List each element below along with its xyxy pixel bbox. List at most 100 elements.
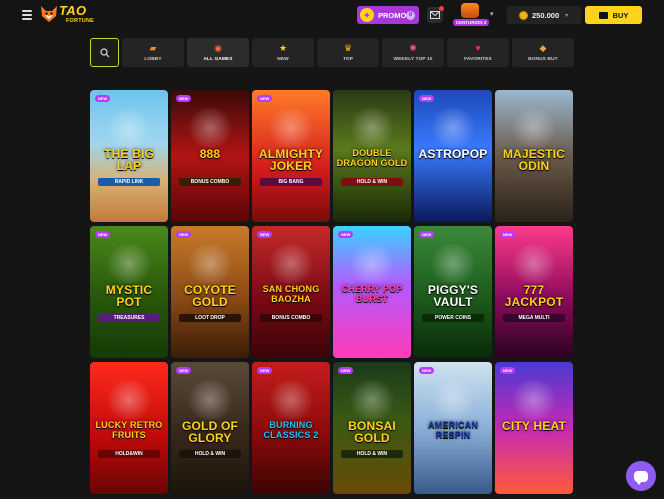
game-subtitle: TREASURES [98, 314, 160, 322]
game-subtitle: HOLD & WIN [179, 450, 241, 458]
fox-logo-icon [41, 6, 57, 22]
game-artwork [509, 380, 559, 420]
game-tile-888[interactable]: NEW 888 BONUS COMBO [171, 90, 249, 222]
game-tile-the-big-lap[interactable]: NEW THE BIG LAP RAPID LINK [90, 90, 168, 222]
game-tile-coyote-gold[interactable]: NEW COYOTE GOLD LOOT DROP [171, 226, 249, 358]
mail-button[interactable] [427, 6, 444, 23]
game-tile-lucky-retro-fruits[interactable]: LUCKY RETRO FRUITS HOLD&WIN [90, 362, 168, 494]
game-tile-gold-of-glory[interactable]: NEW GOLD OF GLORY HOLD & WIN [171, 362, 249, 494]
star-icon: ★ [278, 43, 288, 53]
tab-new[interactable]: ★ NEW [252, 38, 314, 67]
new-badge: NEW [257, 367, 273, 374]
game-artwork [428, 380, 478, 420]
game-subtitle: POWER COINS [422, 314, 484, 322]
game-artwork [347, 380, 397, 420]
new-badge: NEW [338, 231, 354, 238]
new-badge: NEW [176, 231, 192, 238]
weekly-top-icon: ✺ [409, 43, 417, 53]
game-tile-american-respin[interactable]: NEW AMERICAN RESPIN [414, 362, 492, 494]
search-button[interactable] [90, 38, 119, 67]
tab-bonus-buy[interactable]: ◆ BONUS BUY [512, 38, 574, 67]
site-logo[interactable]: TAO FORTUNE [39, 3, 97, 27]
new-badge: NEW [95, 95, 111, 102]
logo-text: TAO [59, 3, 87, 18]
category-tabs: ▰ LOBBY ◉ ALL GAMES ★ NEW ♛ TOP ✺ WEEKLY TOP 10 ♥ F… [122, 38, 574, 67]
notification-dot [439, 6, 444, 11]
game-artwork [266, 108, 316, 148]
new-badge: NEW [419, 95, 435, 102]
game-tile-san-chong-baozha[interactable]: NEW SAN CHONG BAOZHA BONUS COMBO [252, 226, 330, 358]
promo-icon: ✦ [360, 8, 374, 22]
tab-top[interactable]: ♛ TOP [317, 38, 379, 67]
game-title: MAJESTIC ODIN [502, 147, 566, 173]
tab-lobby[interactable]: ▰ LOBBY [122, 38, 184, 67]
top-header: TAO FORTUNE ✦ PROMO 0 CENTURION 3 ▾ 250.… [0, 0, 664, 30]
live-chat-button[interactable] [626, 461, 656, 491]
game-artwork [104, 108, 154, 148]
game-tile-cherry-pop-burst[interactable]: NEW CHERRY POP BURST [333, 226, 411, 358]
chevron-down-icon[interactable]: ▾ [490, 10, 494, 18]
tab-label: TOP [342, 57, 354, 62]
balance-selector[interactable]: 250.000 ▾ [507, 6, 581, 24]
game-artwork [266, 380, 316, 420]
tab-label: ALL GAMES [203, 57, 233, 62]
game-title: CITY HEAT [501, 419, 567, 433]
game-artwork [509, 244, 559, 284]
game-title: DOUBLE DRAGON GOLD [336, 148, 408, 168]
game-title: MYSTIC POT [105, 283, 153, 309]
promo-count-badge: 0 [406, 11, 415, 20]
game-tile-double-dragon-gold[interactable]: DOUBLE DRAGON GOLD HOLD & WIN [333, 90, 411, 222]
avatar-rank-label: CENTURION 3 [453, 19, 489, 26]
game-tile-astropop[interactable]: NEW ASTROPOP [414, 90, 492, 222]
game-artwork [509, 108, 559, 148]
game-subtitle: HOLD & WIN [341, 450, 403, 458]
game-tile-city-heat[interactable]: NEW CITY HEAT [495, 362, 573, 494]
tab-all-games[interactable]: ◉ ALL GAMES [187, 38, 249, 67]
game-subtitle: BONUS COMBO [179, 178, 241, 186]
game-artwork [428, 108, 478, 148]
game-subtitle: HOLD & WIN [341, 178, 403, 186]
money-bag-icon: ◆ [539, 43, 547, 53]
new-badge: NEW [419, 367, 435, 374]
game-tile-burning-classics-2[interactable]: NEW BURNING CLASSICS 2 [252, 362, 330, 494]
game-artwork [104, 244, 154, 284]
crown-icon: ♛ [343, 43, 353, 53]
game-title: ASTROPOP [418, 147, 488, 161]
game-tile-piggy-s-vault[interactable]: NEW PIGGY'S VAULT POWER COINS [414, 226, 492, 358]
game-title: SAN CHONG BAOZHA [262, 284, 320, 304]
buy-button[interactable]: BUY [585, 6, 642, 24]
game-artwork [104, 380, 154, 420]
tab-weekly-top-10[interactable]: ✺ WEEKLY TOP 10 [382, 38, 444, 67]
game-tile-777-jackpot[interactable]: NEW 777 JACKPOT MEGA MULTI [495, 226, 573, 358]
game-artwork [266, 244, 316, 284]
game-subtitle: LOOT DROP [179, 314, 241, 322]
game-subtitle: BIG BANG [260, 178, 322, 186]
user-avatar[interactable]: CENTURION 3 [453, 3, 489, 27]
promo-button[interactable]: ✦ PROMO 0 [357, 6, 419, 24]
heart-icon: ♥ [475, 43, 481, 53]
game-title: THE BIG LAP [103, 147, 155, 173]
game-grid: NEW THE BIG LAP RAPID LINK NEW 888 BONUS COMB… [90, 90, 573, 494]
new-badge: NEW [419, 231, 435, 238]
tab-label: BONUS BUY [528, 57, 558, 62]
chat-bubble-icon [634, 470, 648, 485]
new-badge: NEW [500, 367, 516, 374]
coin-icon [519, 10, 528, 20]
game-subtitle: MEGA MULTI [503, 314, 565, 322]
game-tile-majestic-odin[interactable]: MAJESTIC ODIN [495, 90, 573, 222]
game-tile-bonsai-gold[interactable]: NEW BONSAI GOLD HOLD & WIN [333, 362, 411, 494]
game-artwork [428, 244, 478, 284]
game-tile-almighty-joker[interactable]: NEW ALMIGHTY JOKER BIG BANG [252, 90, 330, 222]
game-tile-mystic-pot[interactable]: NEW MYSTIC POT TREASURES [90, 226, 168, 358]
new-badge: NEW [500, 231, 516, 238]
game-title: BONSAI GOLD [348, 419, 396, 445]
game-subtitle: BONUS COMBO [260, 314, 322, 322]
game-artwork [185, 380, 235, 420]
tab-favorites[interactable]: ♥ FAVORITES [447, 38, 509, 67]
game-title: LUCKY RETRO FRUITS [95, 420, 163, 440]
wallet-icon [598, 11, 608, 19]
new-badge: NEW [338, 367, 354, 374]
menu-icon[interactable] [22, 10, 32, 20]
game-title: CHERRY POP BURST [341, 284, 403, 304]
new-badge: NEW [257, 95, 273, 102]
